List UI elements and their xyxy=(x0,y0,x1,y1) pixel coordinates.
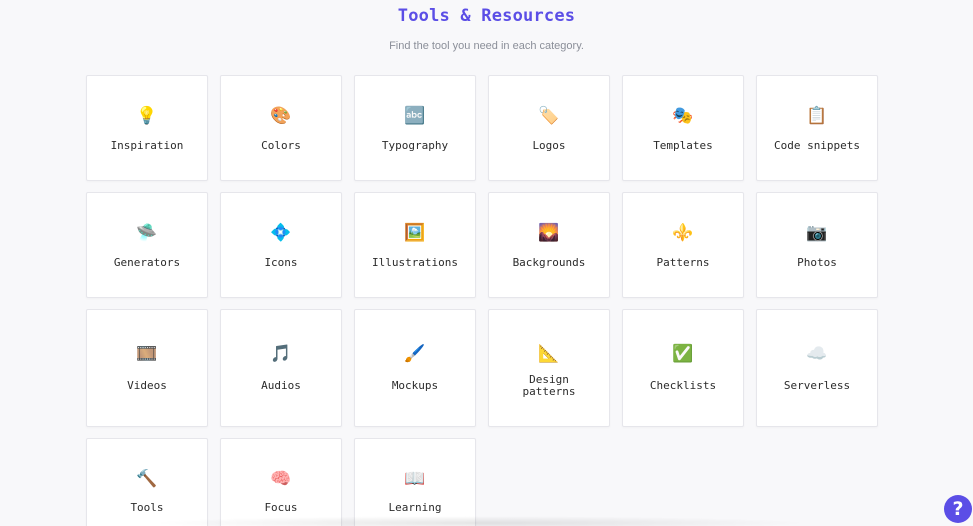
category-label: Logos xyxy=(532,139,566,152)
category-card-colors[interactable]: 🎨 Colors xyxy=(220,75,342,181)
category-label: Illustrations xyxy=(371,256,459,269)
theater-masks-icon: 🎭 xyxy=(672,106,694,126)
category-label: Code snippets xyxy=(773,139,861,152)
category-card-icons[interactable]: 💠 Icons xyxy=(220,192,342,298)
category-label: Design patterns xyxy=(522,373,576,398)
category-card-serverless[interactable]: ☁️ Serverless xyxy=(756,309,878,427)
category-card-templates[interactable]: 🎭 Templates xyxy=(622,75,744,181)
category-label: Photos xyxy=(797,256,837,269)
clipboard-icon: 📋 xyxy=(806,106,828,126)
category-card-generators[interactable]: 🛸 Generators xyxy=(86,192,208,298)
category-card-videos[interactable]: 🎞️ Videos xyxy=(86,309,208,427)
category-label: Templates xyxy=(653,139,713,152)
help-button[interactable]: ? xyxy=(944,495,972,523)
category-card-tools[interactable]: 🔨 Tools xyxy=(86,438,208,526)
category-label: Mockups xyxy=(391,379,439,392)
category-label: Videos xyxy=(127,379,167,392)
camera-icon: 📷 xyxy=(806,223,828,243)
category-card-patterns[interactable]: ⚜️ Patterns xyxy=(622,192,744,298)
category-label: Icons xyxy=(264,256,298,269)
triangular-ruler-icon: 📐 xyxy=(538,344,560,364)
film-frames-icon: 🎞️ xyxy=(136,344,158,364)
category-label: Serverless xyxy=(783,379,851,392)
category-card-typography[interactable]: 🔤 Typography xyxy=(354,75,476,181)
bottom-shadow xyxy=(150,516,810,526)
cloud-icon: ☁️ xyxy=(806,344,828,364)
brain-icon: 🧠 xyxy=(270,469,292,489)
category-card-photos[interactable]: 📷 Photos xyxy=(756,192,878,298)
category-card-logos[interactable]: 🏷️ Logos xyxy=(488,75,610,181)
category-label: Learning xyxy=(388,501,442,514)
category-card-mockups[interactable]: 🖌️ Mockups xyxy=(354,309,476,427)
open-book-icon: 📖 xyxy=(404,469,426,489)
page-title: Tools & Resources xyxy=(397,6,576,26)
flying-saucer-icon: 🛸 xyxy=(136,223,158,243)
category-card-design-patterns[interactable]: 📐 Design patterns xyxy=(488,309,610,427)
page-subtitle: Find the tool you need in each category. xyxy=(389,40,584,52)
category-label: Tools xyxy=(130,501,164,514)
fleur-de-lis-icon: ⚜️ xyxy=(672,223,694,243)
category-label: Focus xyxy=(264,501,298,514)
category-card-checklists[interactable]: ✅ Checklists xyxy=(622,309,744,427)
category-card-inspiration[interactable]: 💡 Inspiration xyxy=(86,75,208,181)
label-tag-icon: 🏷️ xyxy=(538,106,560,126)
paintbrush-icon: 🖌️ xyxy=(404,344,426,364)
category-label: Generators xyxy=(113,256,181,269)
category-card-focus[interactable]: 🧠 Focus xyxy=(220,438,342,526)
category-card-learning[interactable]: 📖 Learning xyxy=(354,438,476,526)
category-label: Backgrounds xyxy=(512,256,586,269)
diamond-icon: 💠 xyxy=(270,223,292,243)
palette-icon: 🎨 xyxy=(270,106,292,126)
category-label: Audios xyxy=(261,379,301,392)
category-card-code-snippets[interactable]: 📋 Code snippets xyxy=(756,75,878,181)
category-card-audios[interactable]: 🎵 Audios xyxy=(220,309,342,427)
category-label: Typography xyxy=(381,139,449,152)
category-card-backgrounds[interactable]: 🌄 Backgrounds xyxy=(488,192,610,298)
light-bulb-icon: 💡 xyxy=(136,106,158,126)
category-card-illustrations[interactable]: 🖼️ Illustrations xyxy=(354,192,476,298)
framed-picture-icon: 🖼️ xyxy=(404,223,426,243)
hammer-icon: 🔨 xyxy=(136,469,158,489)
abc-icon: 🔤 xyxy=(404,106,426,126)
category-label: Inspiration xyxy=(110,139,184,152)
sunrise-icon: 🌄 xyxy=(538,223,560,243)
category-label: Checklists xyxy=(649,379,717,392)
check-mark-icon: ✅ xyxy=(672,344,694,364)
category-label: Patterns xyxy=(656,256,710,269)
category-label: Colors xyxy=(261,139,301,152)
music-note-icon: 🎵 xyxy=(270,344,292,364)
